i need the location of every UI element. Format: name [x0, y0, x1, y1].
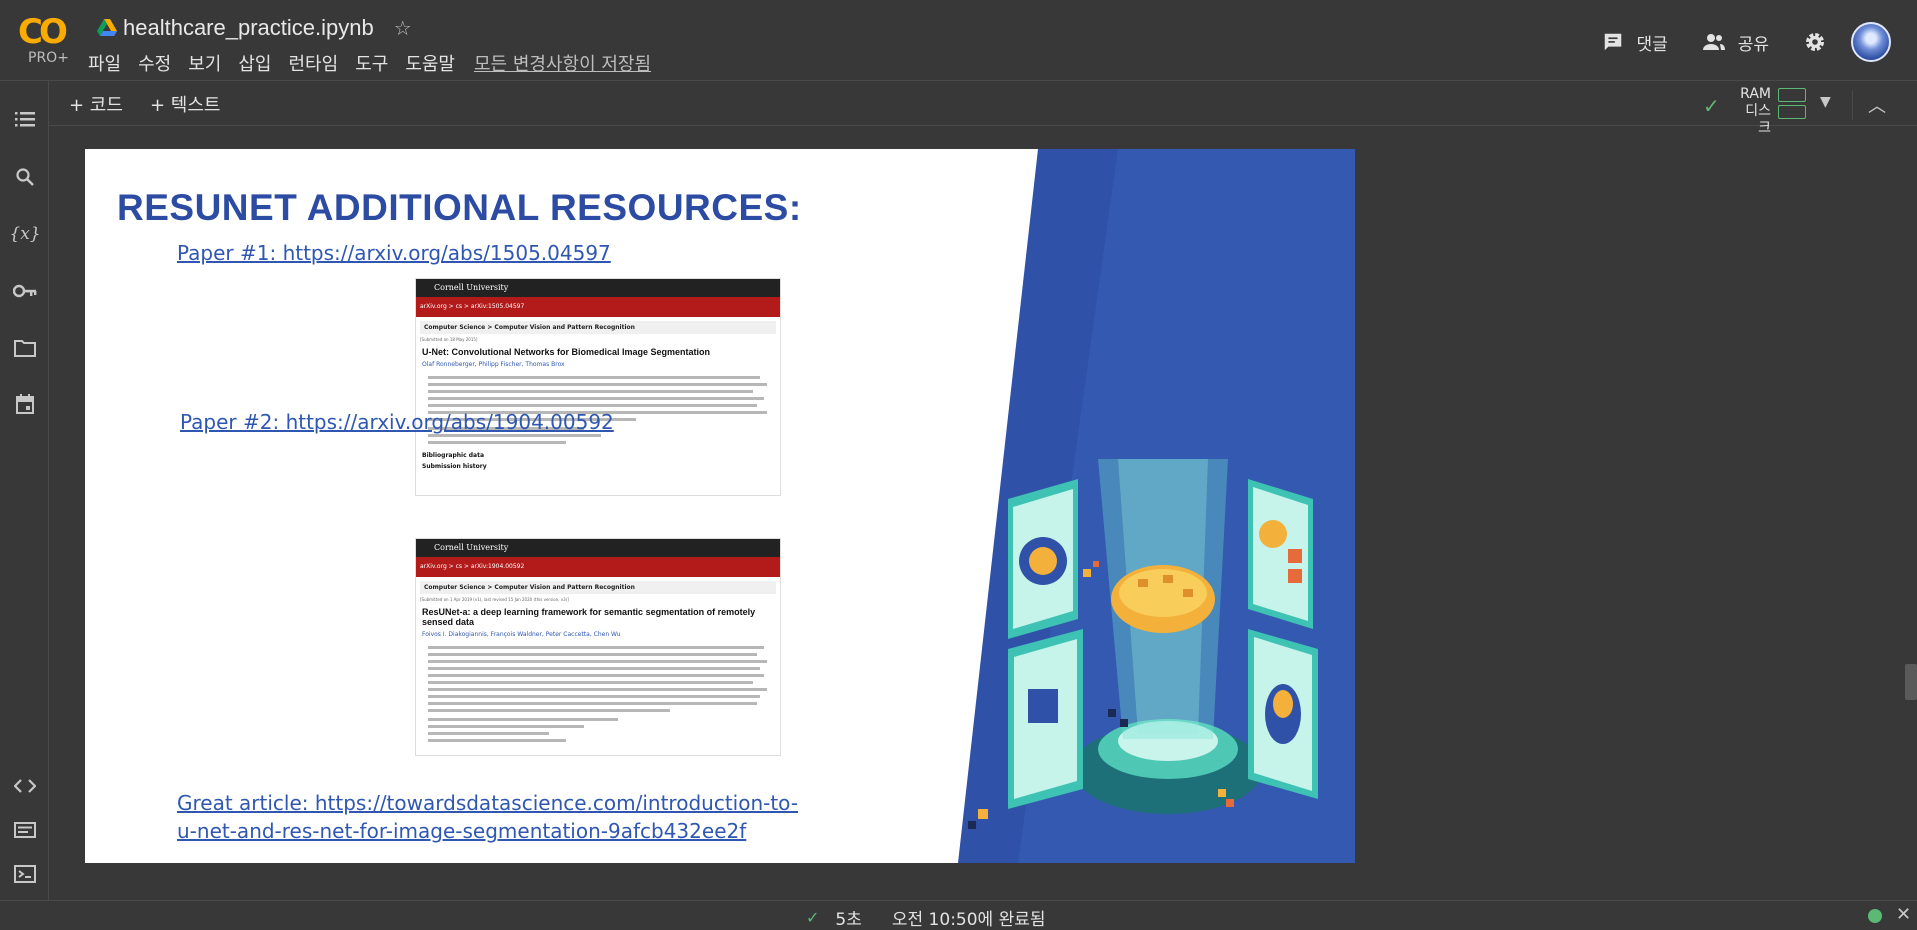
- chevron-down-icon[interactable]: ▼: [1820, 94, 1831, 110]
- success-check-icon: ✓: [806, 908, 820, 927]
- bibliographic-heading: Bibliographic data: [422, 452, 484, 459]
- cornell-header: Cornell University: [416, 279, 780, 297]
- menu-file[interactable]: 파일: [88, 50, 121, 76]
- left-sidebar: {x}: [0, 81, 49, 900]
- paper1-link: Paper #1: https://arxiv.org/abs/1505.045…: [177, 241, 611, 265]
- arxiv-authors: Foivos I. Diakogiannis, François Waldner…: [422, 631, 621, 638]
- arxiv-screenshot-1: Cornell University arXiv.org > cs > arXi…: [415, 278, 781, 496]
- arxiv-category: Computer Science > Computer Vision and P…: [420, 581, 776, 594]
- colab-logo-text: CO: [18, 12, 68, 52]
- slide-title: RESUNET ADDITIONAL RESOURCES:: [117, 187, 802, 228]
- disk-label: 디스크: [1745, 103, 1771, 136]
- code-snippets-icon[interactable]: [13, 774, 37, 798]
- connected-check-icon: ✓: [1703, 94, 1720, 118]
- menu-bar: 파일 수정 보기 삽입 런타임 도구 도움말 모든 변경사항이 저장됨: [88, 50, 668, 76]
- ram-label: RAM: [1740, 86, 1771, 102]
- execution-duration: 5초: [835, 910, 862, 930]
- add-text-button[interactable]: + 텍스트: [150, 91, 220, 117]
- arxiv-paper-title: U-Net: Convolutional Networks for Biomed…: [422, 347, 711, 357]
- resource-labels: RAM 디스크: [1733, 86, 1771, 137]
- user-avatar[interactable]: [1851, 22, 1891, 62]
- arxiv-submitted: [Submitted on 18 May 2015]: [420, 337, 478, 342]
- terminal-icon[interactable]: [13, 862, 37, 886]
- google-drive-icon[interactable]: [97, 19, 117, 37]
- ai-illustration: [958, 149, 1355, 863]
- notebook-title[interactable]: healthcare_practice.ipynb: [123, 15, 374, 41]
- share-people-icon: [1702, 34, 1725, 50]
- ram-bar: [1778, 88, 1806, 102]
- submission-history-heading: Submission history: [422, 463, 487, 470]
- table-of-contents-icon[interactable]: [13, 107, 37, 131]
- comment-button[interactable]: 댓글: [1602, 30, 1668, 55]
- folder-icon[interactable]: [13, 336, 37, 360]
- arxiv-submitted: [Submitted on 1 Apr 2019 (v1), last revi…: [420, 597, 569, 602]
- abstract-text: [428, 646, 774, 712]
- close-icon[interactable]: ✕: [1896, 904, 1911, 925]
- add-code-button[interactable]: + 코드: [69, 91, 123, 117]
- article-link-line1: Great article: https://towardsdatascienc…: [177, 791, 799, 815]
- menu-runtime[interactable]: 런타임: [289, 50, 339, 76]
- title-row: healthcare_practice.ipynb ☆: [97, 14, 412, 42]
- pro-badge: PRO+: [28, 50, 69, 66]
- cornell-header: Cornell University: [416, 539, 780, 557]
- paper2-link: Paper #2: https://arxiv.org/abs/1904.005…: [180, 410, 614, 434]
- menu-edit[interactable]: 수정: [138, 50, 171, 76]
- colab-logo[interactable]: CO PRO+: [18, 12, 70, 66]
- toolbar-divider: [1852, 90, 1853, 120]
- comment-icon: [1605, 33, 1622, 51]
- share-button[interactable]: 공유: [1702, 30, 1769, 55]
- share-label: 공유: [1737, 34, 1769, 55]
- gear-icon[interactable]: [1803, 30, 1827, 54]
- execution-status[interactable]: ✓ 5초 오전 10:50에 완료됨: [806, 905, 1046, 930]
- variables-icon[interactable]: {x}: [9, 222, 40, 246]
- arxiv-paper-title: ResUNet-a: a deep learning framework for…: [422, 607, 756, 627]
- arxiv-breadcrumb: arXiv.org > cs > arXiv:1505.04597: [416, 297, 780, 317]
- command-palette-icon[interactable]: [13, 818, 37, 842]
- menu-view[interactable]: 보기: [188, 50, 221, 76]
- execution-completed-time: 오전 10:50에 완료됨: [891, 910, 1046, 930]
- connection-status-dot: [1868, 909, 1882, 923]
- top-bar: CO PRO+ healthcare_practice.ipynb ☆ 파일 수…: [0, 0, 1917, 81]
- calendar-icon[interactable]: [13, 392, 37, 416]
- resource-bars: [1778, 88, 1806, 122]
- disk-bar: [1778, 105, 1806, 119]
- arxiv-category: Computer Science > Computer Vision and P…: [420, 321, 776, 334]
- menu-tools[interactable]: 도구: [355, 50, 388, 76]
- cell-output-image: RESUNET ADDITIONAL RESOURCES: Paper #1: …: [85, 149, 1355, 863]
- arxiv-authors: Olaf Ronneberger, Philipp Fischer, Thoma…: [422, 361, 565, 368]
- arxiv-screenshot-2: Cornell University arXiv.org > cs > arXi…: [415, 538, 781, 756]
- arxiv-breadcrumb: arXiv.org > cs > arXiv:1904.00592: [416, 557, 780, 577]
- save-status[interactable]: 모든 변경사항이 저장됨: [474, 50, 651, 76]
- scrollbar-thumb[interactable]: [1905, 664, 1917, 700]
- top-actions: 댓글 공유: [1602, 22, 1917, 62]
- menu-insert[interactable]: 삽입: [238, 50, 271, 76]
- search-icon[interactable]: [13, 165, 37, 189]
- comments-block: [428, 718, 774, 742]
- comment-label: 댓글: [1636, 34, 1668, 55]
- chevron-up-icon[interactable]: ︿: [1868, 92, 1886, 118]
- notebook-toolbar: + 코드 + 텍스트: [49, 81, 1917, 126]
- star-icon[interactable]: ☆: [394, 16, 412, 40]
- resource-monitor[interactable]: ✓ RAM 디스크: [1703, 86, 1813, 136]
- article-link-line2: u-net-and-res-net-for-image-segmentation…: [177, 819, 747, 843]
- menu-help[interactable]: 도움말: [405, 50, 455, 76]
- status-bar: ✓ 5초 오전 10:50에 완료됨 ✕: [0, 900, 1917, 930]
- key-icon[interactable]: [13, 279, 37, 303]
